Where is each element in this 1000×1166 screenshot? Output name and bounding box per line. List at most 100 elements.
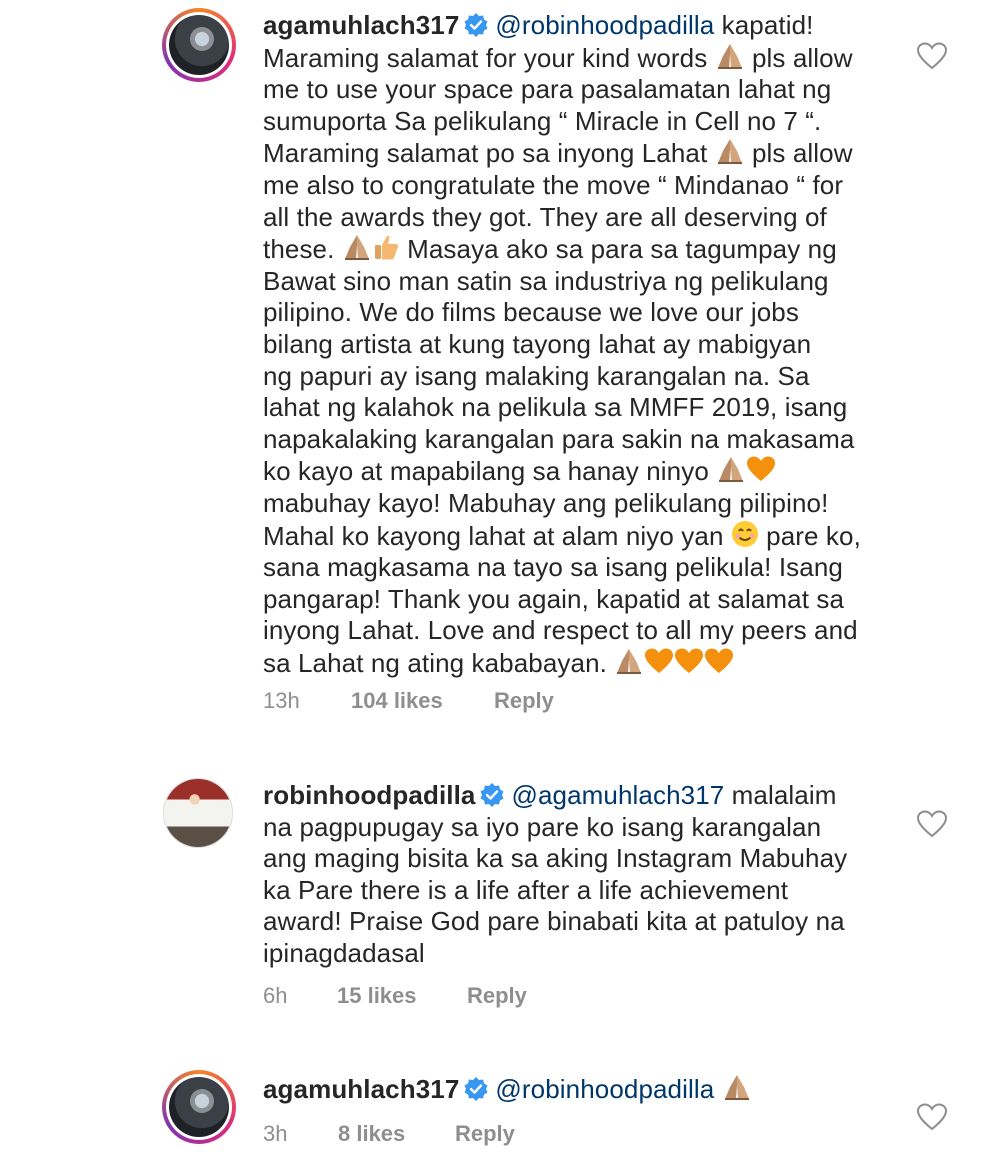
comment-meta: 3h 8 likes Reply	[263, 1121, 515, 1147]
pray-emoji	[724, 1075, 749, 1100]
comment-text-segment: Maraming salamat po sa inyong Lahat	[263, 138, 715, 169]
orange-heart-emoji	[645, 648, 674, 673]
likes-count[interactable]: 104 likes	[351, 688, 494, 714]
comment-text-segment: sumuporta Sa pelikulang “ Miracle in Cel…	[263, 105, 822, 136]
comment-line: Maraming salamat for your kind words pls…	[263, 42, 903, 75]
comment-text-segment: Maraming salamat for your kind words	[263, 42, 715, 73]
avatar[interactable]	[163, 778, 233, 848]
comment-text-segment: inyong Lahat. Love and respect to all my…	[263, 615, 858, 646]
comment-text-segment: sa Lahat ng ating kababayan.	[263, 647, 615, 678]
username[interactable]: robinhoodpadilla	[263, 780, 475, 810]
comment-time: 3h	[263, 1121, 288, 1146]
comment-text-segment: me also to congratulate the move “ Minda…	[263, 169, 844, 200]
like-heart-icon[interactable]	[917, 42, 947, 70]
reply-button[interactable]: Reply	[467, 983, 527, 1009]
comment-text: robinhoodpadilla @agamuhlach317 malalaim n…	[263, 780, 903, 970]
comment-text-segment: lahat ng kalahok na pelikula sa MMFF 201…	[263, 392, 848, 423]
comment-line: me also to congratulate the move “ Minda…	[263, 170, 903, 202]
like-heart-icon[interactable]	[917, 1103, 947, 1131]
comment-line: lahat ng kalahok na pelikula sa MMFF 201…	[263, 392, 903, 424]
comment-time: 6h	[263, 983, 288, 1008]
comment-line: pilipino. We do films because we love ou…	[263, 297, 903, 329]
comment-text-segment: napakalaking karangalan para sakin na ma…	[263, 423, 855, 454]
comment-line: award! Praise God pare binabati kita at …	[263, 906, 903, 938]
comment-text-segment: na pagpupugay sa iyo pare ko isang karan…	[263, 811, 822, 842]
comment-time: 13h	[263, 688, 300, 713]
username[interactable]: agamuhlach317	[263, 1074, 459, 1104]
comment-text-segment: pls allow	[744, 138, 853, 169]
comment-line: ng papuri ay isang malaking karangalan n…	[263, 361, 903, 393]
comment-text-segment: ang maging bisita ka sa aking Instagram …	[263, 843, 848, 874]
pray-emoji	[719, 457, 744, 483]
comment-text-segment: ipinagdadasal	[263, 937, 425, 968]
verified-badge-icon	[464, 1077, 488, 1101]
comment-text-segment: these.	[263, 234, 342, 265]
comment-text-segment: award! Praise God pare binabati kita at …	[263, 906, 845, 937]
comment-text-segment: ko kayo at mapabilang sa hanay ninyo	[263, 456, 717, 487]
comment-line: these. Masaya ako sa para sa tagumpay ng	[263, 233, 903, 266]
comment-text-segment: me to use your space para pasalamatan la…	[263, 74, 832, 105]
likes-count[interactable]: 15 likes	[337, 983, 467, 1009]
comment-line: napakalaking karangalan para sakin na ma…	[263, 424, 903, 456]
comment-text: agamuhlach317 @robinhoodpadilla kapatid! M…	[263, 10, 903, 679]
comment-line: bilang artista at kung tayong lahat ay m…	[263, 329, 903, 361]
avatar[interactable]	[162, 1070, 236, 1144]
username[interactable]: agamuhlach317	[263, 10, 459, 40]
orange-heart-emoji	[705, 648, 734, 673]
comment-line: mabuhay kayo! Mabuhay ang pelikulang pil…	[263, 488, 903, 520]
comment-line: sa Lahat ng ating kababayan.	[263, 647, 903, 680]
comment-line: ang maging bisita ka sa aking Instagram …	[263, 843, 903, 875]
reply-button[interactable]: Reply	[455, 1121, 515, 1147]
mention-link[interactable]: @agamuhlach317	[511, 780, 724, 810]
mention-link[interactable]: @robinhoodpadilla	[495, 1074, 714, 1104]
comment-text-segment: ka Pare there is a life after a life ach…	[263, 874, 789, 905]
comment-line: agamuhlach317 @robinhoodpadilla	[263, 1073, 903, 1106]
comment-text-segment: kapatid!	[714, 10, 814, 40]
comment-line: sumuporta Sa pelikulang “ Miracle in Cel…	[263, 106, 903, 138]
comment-line: inyong Lahat. Love and respect to all my…	[263, 615, 903, 647]
mention-link[interactable]: @robinhoodpadilla	[495, 10, 714, 40]
comment-text-segment: Mahal ko kayong lahat at alam niyo yan	[263, 520, 731, 551]
comment-line: me to use your space para pasalamatan la…	[263, 74, 903, 106]
comment-line: Bawat sino man satin sa industriya ng pe…	[263, 266, 903, 298]
likes-count[interactable]: 8 likes	[338, 1121, 455, 1147]
comment-line: na pagpupugay sa iyo pare ko isang karan…	[263, 812, 903, 844]
comment-text-segment: bilang artista at kung tayong lahat ay m…	[263, 328, 812, 359]
pray-emoji	[717, 43, 742, 69]
orange-heart-emoji	[675, 648, 704, 673]
comment-text-segment: pls allow	[744, 42, 853, 73]
comment-line: Maraming salamat po sa inyong Lahat pls …	[263, 137, 903, 170]
comment-line: pangarap! Thank you again, kapatid at sa…	[263, 584, 903, 616]
comment-text-segment: pangarap! Thank you again, kapatid at sa…	[263, 583, 845, 614]
comment-text-segment: Masaya ako sa para sa tagumpay ng	[399, 234, 837, 265]
pray-emoji	[344, 235, 369, 261]
comment-text-segment	[714, 1074, 721, 1104]
comment-line: ka Pare there is a life after a life ach…	[263, 875, 903, 907]
comment-text-segment: all the awards they got. They are all de…	[263, 201, 827, 232]
comment-text-segment: pare ko,	[758, 520, 861, 551]
comment-meta: 13h 104 likes Reply	[263, 688, 554, 714]
comment-meta: 6h 15 likes Reply	[263, 983, 527, 1009]
comment-line: ko kayo at mapabilang sa hanay ninyo	[263, 455, 903, 488]
orange-heart-emoji	[747, 456, 776, 482]
comment-text: agamuhlach317 @robinhoodpadilla	[263, 1073, 903, 1106]
comment-text-segment: pilipino. We do films because we love ou…	[263, 297, 799, 328]
avatar[interactable]	[162, 8, 236, 82]
comment-text-segment: sana magkasama na tayo sa isang pelikula…	[263, 552, 843, 583]
pray-emoji	[617, 648, 642, 674]
comment-line: robinhoodpadilla @agamuhlach317 malalaim	[263, 780, 903, 812]
comment-text-segment: Bawat sino man satin sa industriya ng pe…	[263, 265, 829, 296]
comment-line: all the awards they got. They are all de…	[263, 202, 903, 234]
comment-text-segment: mabuhay kayo! Mabuhay ang pelikulang pil…	[263, 487, 829, 518]
smile-emoji	[731, 520, 758, 547]
comment-line: ipinagdadasal	[263, 938, 903, 970]
verified-badge-icon	[464, 13, 488, 37]
thumbs-up-emoji	[374, 235, 398, 260]
comment-line: agamuhlach317 @robinhoodpadilla kapatid!	[263, 10, 903, 42]
verified-badge-icon	[480, 783, 504, 807]
pray-emoji	[717, 139, 742, 165]
reply-button[interactable]: Reply	[494, 688, 554, 714]
like-heart-icon[interactable]	[917, 810, 947, 838]
comment-text-segment: malalaim	[724, 780, 837, 810]
comment-line: sana magkasama na tayo sa isang pelikula…	[263, 552, 903, 584]
